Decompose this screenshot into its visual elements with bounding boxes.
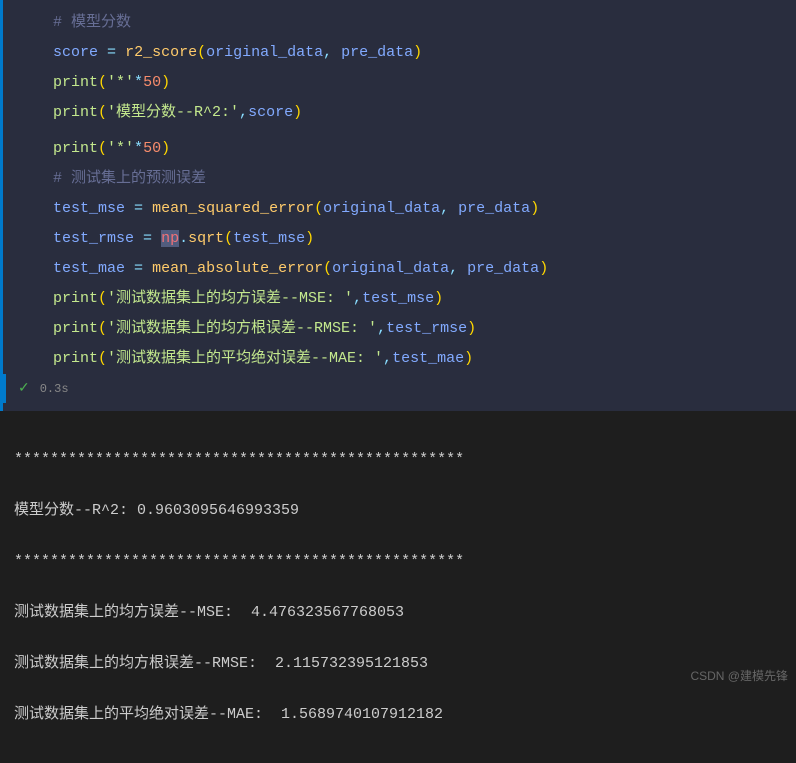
code-line: print('*'*50) [3, 134, 796, 164]
output-line: 测试数据集上的均方根误差--RMSE: 2.115732395121853 [14, 651, 782, 677]
code-line: test_rmse = np.sqrt(test_mse) [3, 224, 796, 254]
code-line: test_mae = mean_absolute_error(original_… [3, 254, 796, 284]
code-line: print('测试数据集上的均方误差--MSE: ',test_mse) [3, 284, 796, 314]
execution-duration: 0.3s [40, 382, 69, 396]
output-line: 测试数据集上的平均绝对误差--MAE: 1.5689740107912182 [14, 702, 782, 728]
code-line: # 测试集上的预测误差 [3, 164, 796, 194]
watermark: CSDN @建模先锋 [690, 667, 788, 684]
output-line: 测试数据集上的均方误差--MSE: 4.476323567768053 [14, 600, 782, 626]
output-line: 模型分数--R^2: 0.9603095646993359 [14, 498, 782, 524]
output-line: ****************************************… [14, 447, 782, 473]
code-line: # 模型分数 [3, 8, 796, 38]
code-cell[interactable]: # 模型分数 score = r2_score(original_data, p… [0, 0, 796, 411]
comment: # 模型分数 [53, 14, 131, 31]
code-line: print('模型分数--R^2:',score) [3, 98, 796, 128]
cell-output: ****************************************… [0, 411, 796, 763]
code-line: print('测试数据集上的平均绝对误差--MAE: ',test_mae) [3, 344, 796, 374]
code-line: score = r2_score(original_data, pre_data… [3, 38, 796, 68]
comment: # 测试集上的预测误差 [53, 170, 206, 187]
code-line: print('测试数据集上的均方根误差--RMSE: ',test_rmse) [3, 314, 796, 344]
output-line: ****************************************… [14, 549, 782, 575]
code-line: test_mse = mean_squared_error(original_d… [3, 194, 796, 224]
code-line: print('*'*50) [3, 68, 796, 98]
execution-status: ✓ 0.3s [3, 374, 796, 403]
success-checkmark-icon: ✓ [18, 380, 30, 397]
